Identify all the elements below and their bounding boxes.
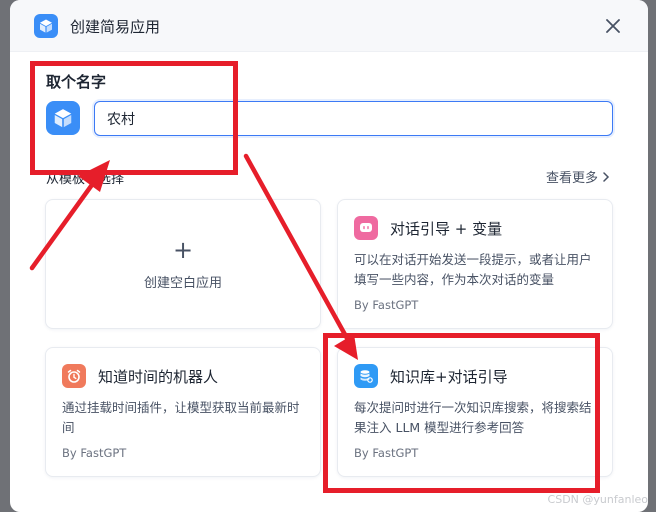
app-cube-icon [34,14,58,38]
card-description: 可以在对话开始发送一段提示，或者让用户填写一些内容，作为本次对话的变量 [354,252,592,287]
knowledge-base-icon [354,364,378,388]
template-card-chat-guide[interactable]: 对话引导 + 变量 可以在对话开始发送一段提示，或者让用户填写一些内容，作为本次… [337,199,613,329]
app-name-input[interactable] [94,101,613,136]
card-title: 对话引导 + 变量 [390,220,503,238]
close-button[interactable] [602,15,624,37]
template-card-time-bot[interactable]: 知道时间的机器人 通过挂载时间插件，让模型获取当前最新时间 By FastGPT [45,347,321,477]
modal-title: 创建简易应用 [70,18,161,36]
plus-icon: + [172,235,194,264]
cube-icon [54,109,72,128]
template-section-label: 从模板中选择 [46,172,125,187]
watermark: CSDN @yunfanleo [547,493,648,506]
card-title: 知道时间的机器人 [98,368,219,386]
template-card-knowledge-base[interactable]: 知识库+对话引导 每次提问时进行一次知识库搜索，将搜索结果注入 LLM 模型进行… [337,347,613,477]
close-icon [606,19,620,33]
card-description: 通过挂载时间插件，让模型获取当前最新时间 [62,400,300,435]
name-section-title: 取个名字 [46,73,107,91]
card-title: 知识库+对话引导 [390,368,508,386]
create-empty-app-card[interactable]: + 创建空白应用 [45,199,321,329]
chevron-right-icon [603,171,610,182]
alarm-clock-icon [62,364,86,388]
card-description: 每次提问时进行一次知识库搜索，将搜索结果注入 LLM 模型进行参考回答 [354,400,592,435]
card-author: By FastGPT [354,446,419,460]
create-app-modal: 创建简易应用 取个名字 从模板中选择 查看更多 + 创建空白应用 [10,0,648,512]
chat-guide-icon [354,216,378,240]
card-author: By FastGPT [62,446,127,460]
card-author: By FastGPT [354,298,419,312]
see-more-link[interactable]: 查看更多 [546,167,610,186]
see-more-label: 查看更多 [545,171,598,186]
empty-app-label: 创建空白应用 [143,275,222,291]
app-avatar-button[interactable] [46,101,80,135]
modal-header: 创建简易应用 [10,0,648,52]
